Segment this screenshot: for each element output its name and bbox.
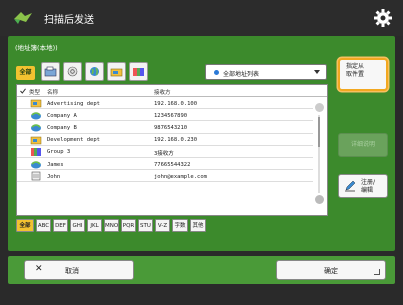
ok-label: 确定 bbox=[324, 267, 338, 275]
ok-button[interactable]: 确定 bbox=[276, 260, 386, 280]
header-dest: 接收方 bbox=[154, 90, 171, 96]
alpha-tab-stu[interactable]: STU bbox=[138, 219, 153, 232]
close-icon: ✕ bbox=[35, 264, 43, 274]
folder-icon bbox=[30, 136, 42, 144]
list-header: 类型 名称 接收方 bbox=[17, 85, 327, 97]
specify-destination-button[interactable]: 指定从 取件置 bbox=[338, 58, 388, 91]
receivers-count: 0 bbox=[316, 207, 320, 214]
fax-icon bbox=[31, 112, 41, 120]
register-edit-button[interactable]: 注册/ 编辑 bbox=[338, 174, 388, 198]
alpha-tab-other[interactable]: 其他 bbox=[190, 219, 206, 232]
receivers-label: 接收方： bbox=[256, 209, 281, 216]
register-line2: 编辑 bbox=[361, 187, 374, 194]
list-item[interactable]: Company A 1234567890 bbox=[17, 109, 313, 122]
item-dest: 77665544322 bbox=[154, 161, 191, 168]
register-line1: 注册/ bbox=[361, 179, 376, 186]
list-scrollbar[interactable] bbox=[313, 97, 326, 205]
list-item[interactable]: Group 3 3接收方 bbox=[17, 146, 313, 158]
gear-icon[interactable] bbox=[373, 8, 393, 28]
list-item[interactable]: Advertising dept 192.168.0.100 bbox=[17, 97, 313, 110]
item-dest: 9876543210 bbox=[154, 124, 188, 131]
pencil-icon bbox=[345, 180, 356, 192]
scan-send-icon bbox=[14, 12, 32, 24]
folder-icon bbox=[110, 68, 123, 77]
alpha-tab-mno[interactable]: MNO bbox=[104, 219, 119, 232]
item-name: Group 3 bbox=[47, 149, 71, 156]
header-type: 类型 bbox=[29, 90, 41, 96]
item-name: Development dept bbox=[47, 137, 100, 144]
header-name: 名称 bbox=[47, 90, 59, 96]
globe-icon bbox=[90, 67, 99, 76]
details-button[interactable]: 详细说明 bbox=[338, 133, 388, 157]
check-icon bbox=[20, 88, 26, 94]
cancel-button[interactable]: ✕ 取消 bbox=[24, 260, 134, 280]
list-item[interactable]: James 77665544322 bbox=[17, 158, 313, 171]
group-icon bbox=[133, 68, 144, 76]
alpha-tab-ghi[interactable]: GHI bbox=[70, 219, 85, 232]
scroll-up-icon[interactable] bbox=[315, 103, 324, 112]
scroll-thumb[interactable] bbox=[318, 117, 320, 147]
alpha-tab-def[interactable]: DEF bbox=[53, 219, 68, 232]
type-group-button[interactable] bbox=[129, 62, 148, 81]
item-dest: 1234567890 bbox=[154, 112, 188, 119]
screen: 扫描后发送 (地址簿(本地)) 全部 全部地址列表 类型 名称 接收方 Adve… bbox=[0, 0, 403, 305]
item-name: John bbox=[47, 173, 61, 180]
item-name: Company B bbox=[47, 124, 77, 131]
alpha-tab-number[interactable]: 字数 bbox=[172, 219, 188, 232]
type-email-button[interactable] bbox=[63, 62, 82, 81]
item-name: Advertising dept bbox=[47, 100, 100, 107]
detail-line2: 取件置 bbox=[346, 71, 365, 78]
type-ifax-button[interactable] bbox=[85, 62, 104, 81]
header-bar: 扫描后发送 bbox=[0, 0, 403, 36]
address-list-table: 类型 名称 接收方 Advertising dept 192.168.0.100… bbox=[16, 84, 328, 216]
address-list-dot bbox=[214, 70, 219, 75]
fax-icon bbox=[44, 66, 57, 77]
header-title: 扫描后发送 bbox=[44, 15, 94, 26]
list-item[interactable]: Company B 9876543210 bbox=[17, 121, 313, 134]
list-item[interactable]: John john@example.com bbox=[17, 170, 313, 183]
item-dest: 3接收方 bbox=[154, 151, 174, 158]
fax-icon bbox=[31, 124, 41, 132]
email-icon bbox=[31, 171, 41, 181]
detail-line1: 指定从 bbox=[346, 63, 365, 70]
type-fax-button[interactable] bbox=[41, 62, 60, 81]
alpha-tab-all[interactable]: 全部 bbox=[16, 219, 34, 232]
alpha-tab-abc[interactable]: ABC bbox=[36, 219, 51, 232]
breadcrumb: (地址簿(本地)) bbox=[15, 44, 58, 52]
item-dest: 192.168.0.230 bbox=[154, 137, 198, 144]
email-icon bbox=[67, 66, 78, 77]
folder-icon bbox=[30, 99, 42, 108]
alpha-tab-vz[interactable]: V-Z bbox=[155, 219, 170, 232]
alpha-tab-pqr[interactable]: PQR bbox=[121, 219, 136, 232]
type-folder-button[interactable] bbox=[107, 62, 126, 81]
group-icon bbox=[31, 147, 41, 156]
cancel-label: 取消 bbox=[65, 267, 79, 275]
address-list-value: 全部地址列表 bbox=[223, 71, 260, 78]
item-dest: john@example.com bbox=[154, 173, 207, 180]
scroll-down-icon[interactable] bbox=[315, 195, 324, 204]
fax-icon bbox=[31, 161, 41, 169]
alpha-tab-jkl[interactable]: JKL bbox=[87, 219, 102, 232]
address-list-select[interactable]: 全部地址列表 bbox=[205, 64, 327, 80]
list-item[interactable]: Development dept 192.168.0.230 bbox=[17, 134, 313, 146]
item-dest: 192.168.0.100 bbox=[154, 100, 198, 107]
chevron-down-icon bbox=[314, 70, 320, 74]
item-name: Company A bbox=[47, 112, 77, 119]
item-name: James bbox=[47, 161, 64, 168]
type-all-button[interactable]: 全部 bbox=[16, 66, 35, 80]
corner-icon bbox=[374, 269, 380, 275]
